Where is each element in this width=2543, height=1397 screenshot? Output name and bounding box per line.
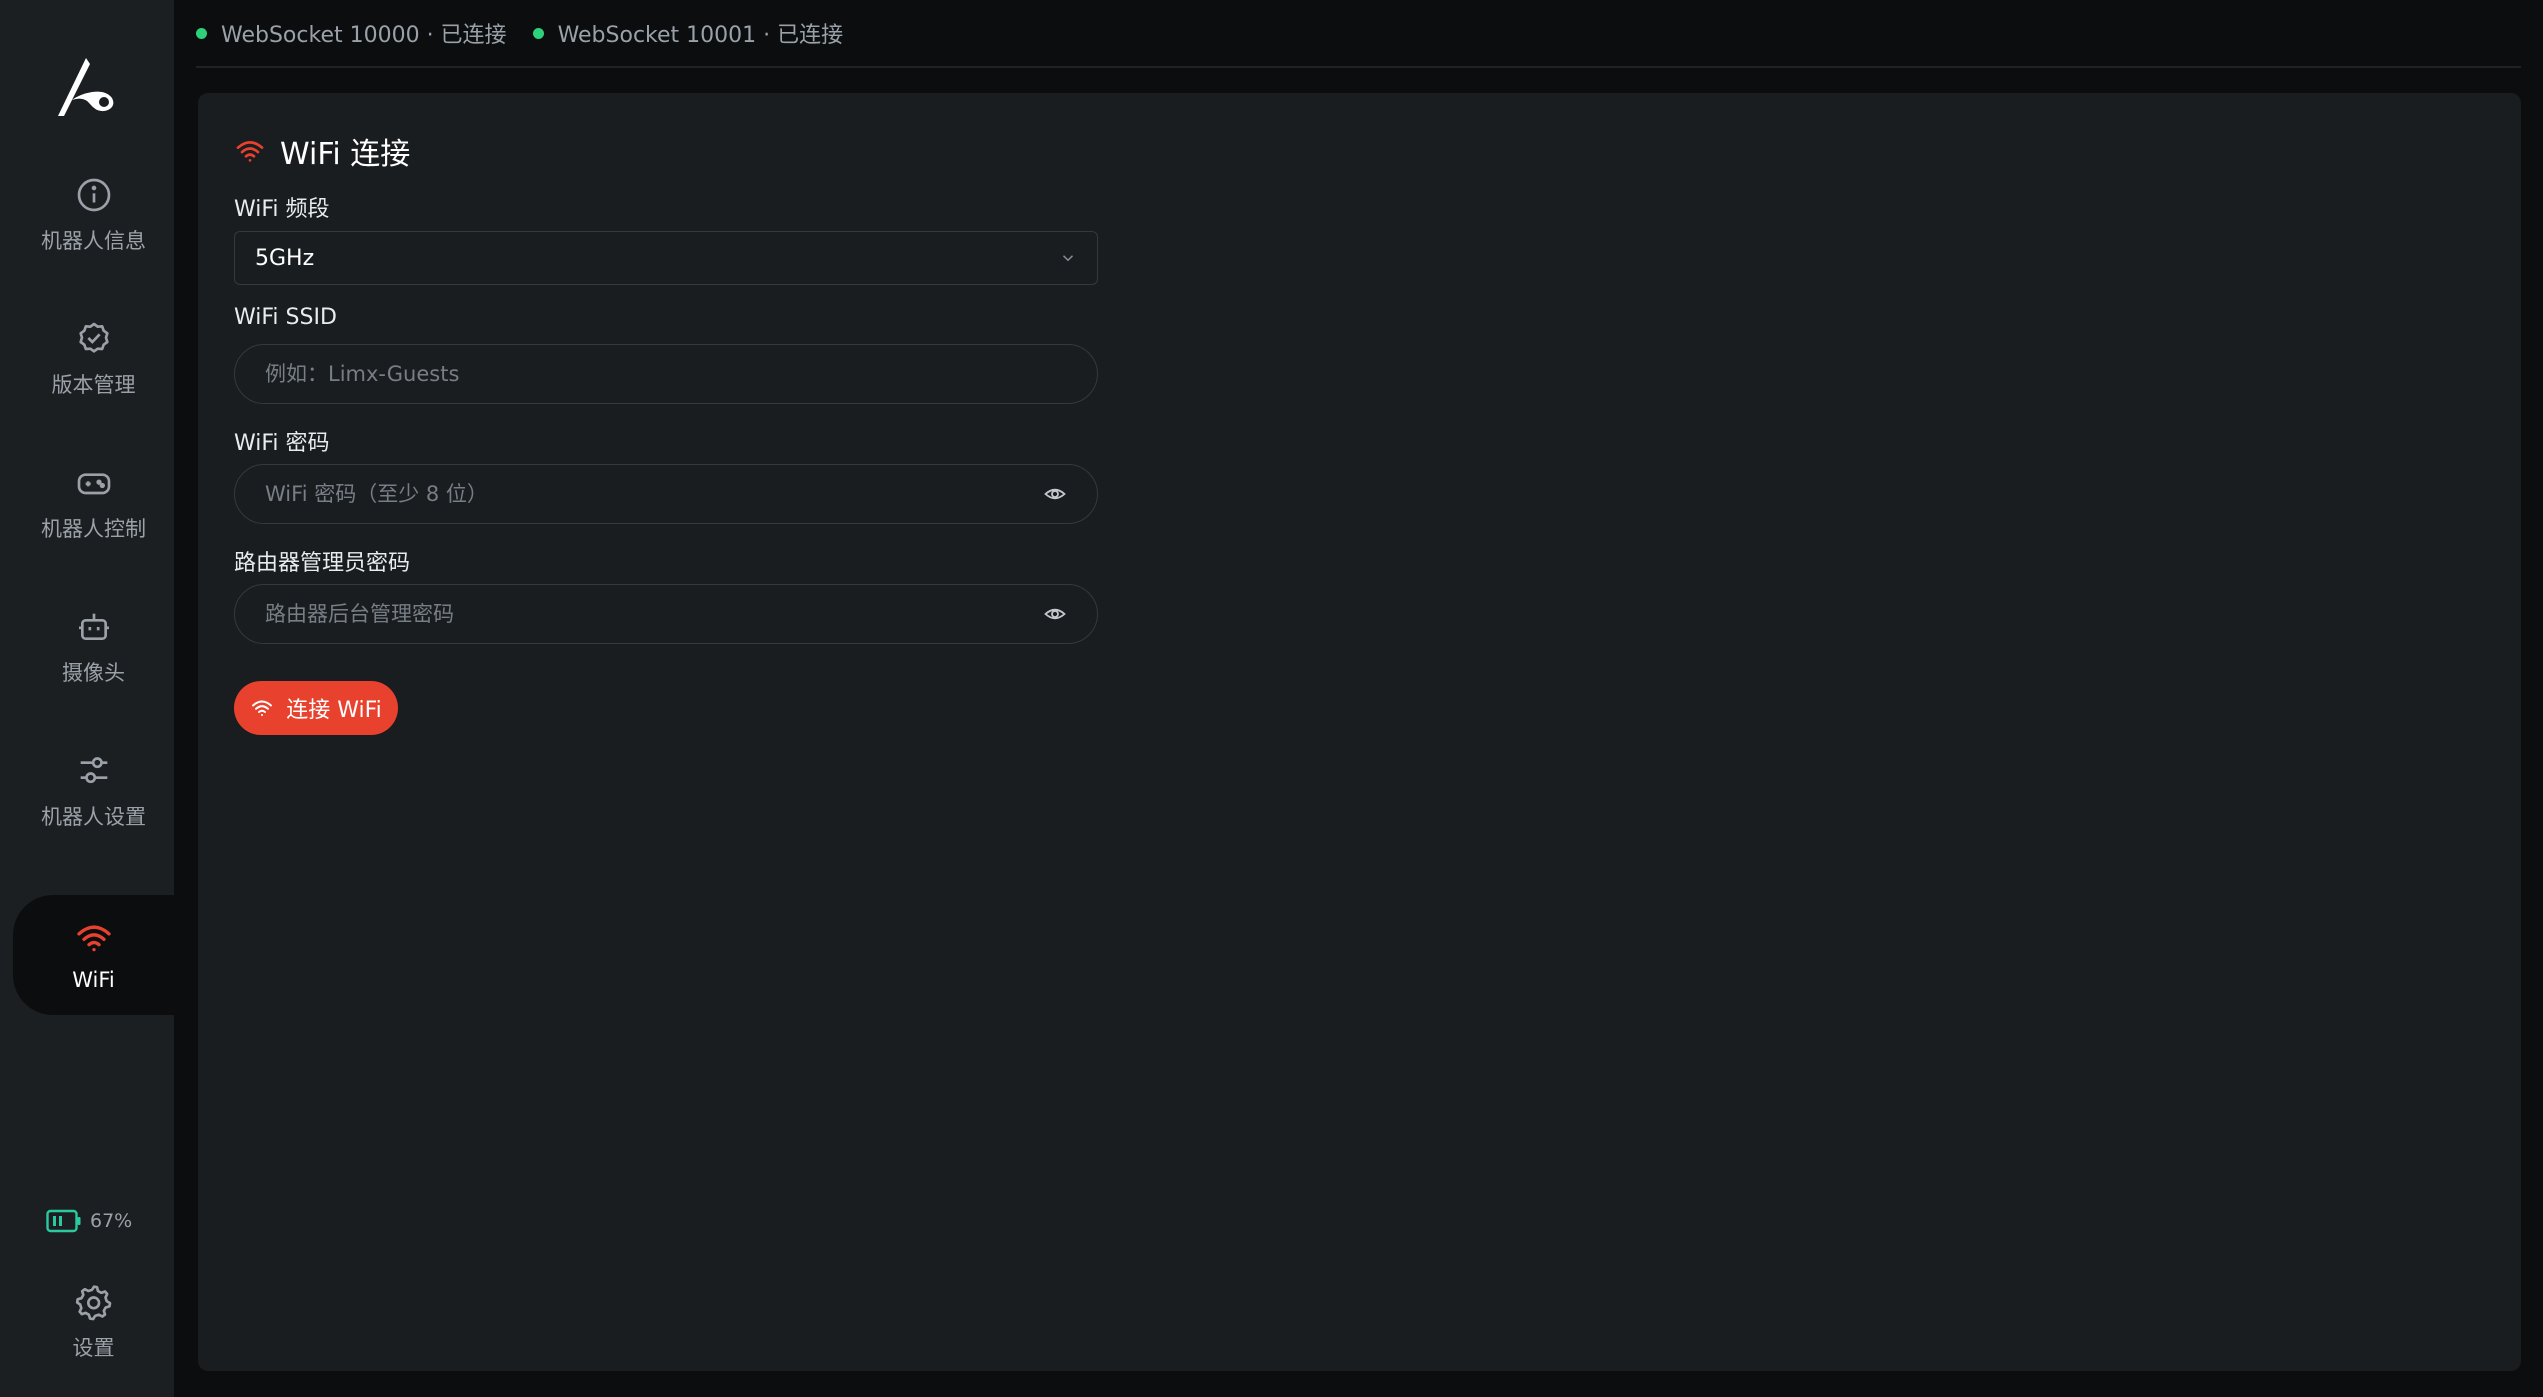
ws-status-text: WebSocket 10000 · 已连接 — [221, 23, 507, 48]
sidebar-item-version[interactable]: 版本管理 — [13, 299, 174, 419]
sidebar-item-label: 设置 — [72, 1336, 115, 1360]
wifi-icon — [236, 141, 264, 162]
sidebar-item-robot-info[interactable]: 机器人信息 — [13, 155, 174, 275]
gamepad-icon — [77, 473, 110, 495]
connected-dot — [532, 27, 544, 39]
sidebar-item-label: 机器人设置 — [41, 805, 146, 829]
password-label: WiFi 密码 — [234, 431, 330, 456]
app: 机器人信息 版本管理 机器人控制 摄像头 机器人设置 WiFi 67% 设置 W… — [0, 0, 2543, 1397]
battery-level: 67% — [90, 1210, 133, 1232]
sidebar-item-label: 版本管理 — [51, 373, 136, 397]
sidebar-item-label: 摄像头 — [62, 661, 125, 685]
ws-status-10000: WebSocket 10000 · 已连接 — [196, 17, 507, 49]
password-input[interactable] — [265, 482, 1043, 506]
badge-check-icon — [78, 322, 109, 353]
chevron-down-icon — [1062, 255, 1074, 262]
sidebar: 机器人信息 版本管理 机器人控制 摄像头 机器人设置 WiFi 67% 设置 — [0, 0, 174, 1397]
wifi-panel: WiFi 连接 WiFi 频段 5GHz WiFi SSID WiFi 密码 路… — [198, 93, 2521, 1371]
sidebar-item-label: 机器人信息 — [41, 229, 146, 253]
ws-status-10001: WebSocket 10001 · 已连接 — [532, 17, 844, 49]
battery-indicator: 67% — [46, 1206, 132, 1236]
sidebar-item-settings[interactable]: 设置 — [13, 1262, 174, 1382]
panel-title: WiFi 连接 — [234, 129, 410, 173]
sidebar-item-robot-settings[interactable]: 机器人设置 — [13, 731, 174, 851]
eye-icon[interactable] — [1043, 602, 1067, 626]
admin-password-label: 路由器管理员密码 — [234, 551, 411, 576]
battery-icon — [46, 1209, 81, 1233]
band-label: WiFi 频段 — [234, 197, 330, 222]
admin-password-field — [234, 584, 1098, 644]
connect-wifi-label: 连接 WiFi — [286, 698, 382, 723]
panel-title-text: WiFi 连接 — [280, 137, 411, 172]
robot-icon — [78, 613, 109, 640]
info-icon — [77, 178, 110, 212]
wifi-icon — [76, 925, 111, 952]
ssid-input[interactable] — [265, 362, 1067, 386]
ssid-label: WiFi SSID — [234, 305, 337, 330]
wifi-icon — [252, 700, 273, 716]
logo-icon — [58, 58, 114, 116]
sidebar-item-camera[interactable]: 摄像头 — [13, 587, 174, 707]
password-field — [234, 464, 1098, 524]
sidebar-item-label: 机器人控制 — [41, 517, 146, 541]
gear-icon — [75, 1285, 111, 1321]
eye-icon[interactable] — [1043, 482, 1067, 506]
sidebar-item-wifi[interactable]: WiFi — [13, 895, 174, 1015]
sidebar-item-robot-control[interactable]: 机器人控制 — [13, 443, 174, 563]
connected-dot — [196, 27, 207, 39]
connection-status-bar: WebSocket 10000 · 已连接 WebSocket 10001 · … — [196, 0, 2521, 68]
ssid-field — [234, 344, 1098, 404]
connect-wifi-button[interactable]: 连接 WiFi — [234, 681, 398, 735]
band-select-value: 5GHz — [255, 245, 315, 271]
admin-password-input[interactable] — [265, 602, 1043, 626]
sliders-icon — [80, 757, 107, 784]
band-select[interactable]: 5GHz — [234, 231, 1098, 285]
sidebar-item-label: WiFi — [72, 968, 115, 992]
ws-status-text: WebSocket 10001 · 已连接 — [557, 23, 844, 48]
